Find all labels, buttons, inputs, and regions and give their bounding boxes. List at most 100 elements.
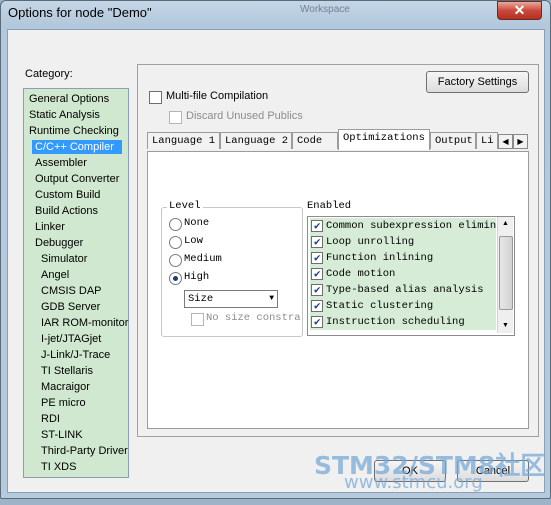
category-item-label: TI Stellaris [41,365,93,377]
category-item[interactable]: J-Link/J-Trace [24,347,142,363]
category-item-label: Build Actions [35,205,98,217]
checkmark-icon: ✔ [314,301,321,313]
level-radio-high[interactable] [169,272,182,285]
category-item[interactable]: GDB Server [24,299,142,315]
close-button[interactable]: ✕ [497,1,542,20]
category-item-label: Assembler [35,157,87,169]
category-item-label: Angel [41,269,70,281]
category-item[interactable]: Output Converter [24,171,136,187]
category-item[interactable]: Third-Party Driver [24,443,142,459]
category-item[interactable]: Linker [24,219,136,235]
tab-language-2[interactable]: Language 2 [220,132,292,149]
category-item[interactable]: I-jet/JTAGjet [24,331,142,347]
enabled-item-checkbox[interactable]: ✔ [311,284,323,297]
discard-unused-publics-checkbox[interactable] [169,111,182,124]
enabled-title: Enabled [307,200,352,212]
category-item-label: Custom Build [35,189,101,201]
enabled-item-checkbox[interactable]: ✔ [311,268,323,281]
tab-scroll-right-button[interactable]: ▶ [513,134,528,149]
category-item[interactable]: Static Analysis [24,107,130,123]
scroll-down-arrow-icon[interactable]: ▼ [498,319,513,333]
multi-file-compilation-label: Multi-file Compilation [166,90,269,102]
enabled-transformations-list[interactable]: ✔ Common subexpression elimina ✔ Loop unrol… [307,216,515,336]
tab-optimizations[interactable]: Optimizations [338,129,430,150]
category-label: Category: [25,68,73,80]
category-item[interactable]: Assembler [24,155,136,171]
enabled-item[interactable]: ✔ Loop unrolling [310,234,496,250]
factory-settings-button[interactable]: Factory Settings [426,71,529,93]
enabled-item-checkbox[interactable]: ✔ [311,220,323,233]
category-item[interactable]: C/C++ Compiler [24,139,136,155]
category-item-label: ST-LINK [41,429,83,441]
category-item[interactable]: General Options [24,91,130,107]
tab-scroll-left-button[interactable]: ◀ [498,134,513,149]
tab-list[interactable]: Li [476,132,498,149]
optimization-goal-select[interactable]: Size ▼ [184,290,278,308]
level-radio-medium[interactable] [169,254,182,267]
multi-file-compilation-checkbox[interactable] [149,91,162,104]
tab-code[interactable]: Code [292,132,338,149]
category-item-label: Third-Party Driver [41,445,128,457]
category-list[interactable]: General Options Static Analysis Runtime Ch… [23,88,129,478]
category-item[interactable]: CMSIS DAP [24,283,142,299]
enabled-item[interactable]: ✔ Code motion [310,266,496,282]
enabled-list-scrollbar[interactable]: ▲ ▼ [497,217,513,333]
level-radio-label: Medium [184,253,222,265]
enabled-item[interactable]: ✔ Instruction scheduling [310,314,496,330]
enabled-item-checkbox[interactable]: ✔ [311,300,323,313]
category-item-label: Output Converter [35,173,120,185]
enabled-item-label: Instruction scheduling [326,316,465,328]
category-item-label: Macraigor [41,381,90,393]
window-title: Options for node "Demo" [8,5,152,20]
level-radio-label: Low [184,235,203,247]
category-item[interactable]: Angel [24,267,142,283]
enabled-item-label: Code motion [326,268,396,280]
tab-output[interactable]: Output [430,132,476,149]
enabled-item[interactable]: ✔ Function inlining [310,250,496,266]
enabled-item-label: Type-based alias analysis [326,284,484,296]
discard-unused-publics-label: Discard Unused Publics [186,110,303,122]
background-window-title: Workspace [300,4,350,15]
level-radio-label: None [184,217,210,229]
category-item-label: CMSIS DAP [41,285,102,297]
category-item[interactable]: Runtime Checking [24,123,130,139]
tab-language-1[interactable]: Language 1 [147,132,220,149]
checkmark-icon: ✔ [314,285,321,297]
scroll-up-arrow-icon[interactable]: ▲ [498,217,513,231]
category-item-label: PE micro [41,397,86,409]
category-item[interactable]: Macraigor [24,379,142,395]
category-item[interactable]: Build Actions [24,203,136,219]
level-radio-label: High [184,271,210,283]
chevron-down-icon: ▼ [269,294,274,303]
category-item[interactable]: IAR ROM-monitor [24,315,142,331]
level-radio-low[interactable] [169,236,182,249]
enabled-item-checkbox[interactable]: ✔ [311,316,323,329]
watermark-url: www.stmcu.org [344,472,483,493]
category-item[interactable]: Simulator [24,251,142,267]
category-item-label: Simulator [41,253,88,265]
no-size-constraints-label: No size constra [206,312,301,324]
category-item[interactable]: TI Stellaris [24,363,142,379]
category-item[interactable]: Debugger [24,235,136,251]
category-item[interactable]: TI XDS [24,459,142,475]
category-item[interactable]: RDI [24,411,142,427]
no-size-constraints-checkbox[interactable] [191,313,204,326]
category-item-label: TI XDS [41,461,77,473]
enabled-item[interactable]: ✔ Static clustering [310,298,496,314]
enabled-item-label: Loop unrolling [326,236,415,248]
enabled-item[interactable]: ✔ Type-based alias analysis [310,282,496,298]
category-item[interactable]: Custom Build [24,187,136,203]
level-radio-none[interactable] [169,218,182,231]
enabled-item[interactable]: ✔ Common subexpression elimina [310,218,496,234]
scrollbar-thumb[interactable] [499,236,513,310]
category-item-label: C/C++ Compiler [32,140,122,154]
category-item-label: General Options [29,93,110,105]
category-item[interactable]: PE micro [24,395,142,411]
category-item-label: Linker [35,221,65,233]
enabled-item-checkbox[interactable]: ✔ [311,236,323,249]
category-item-label: RDI [41,413,60,425]
optimization-goal-value: Size [188,293,214,305]
category-item[interactable]: ST-LINK [24,427,142,443]
enabled-item-checkbox[interactable]: ✔ [311,252,323,265]
enabled-item-label: Common subexpression elimina [326,220,496,232]
